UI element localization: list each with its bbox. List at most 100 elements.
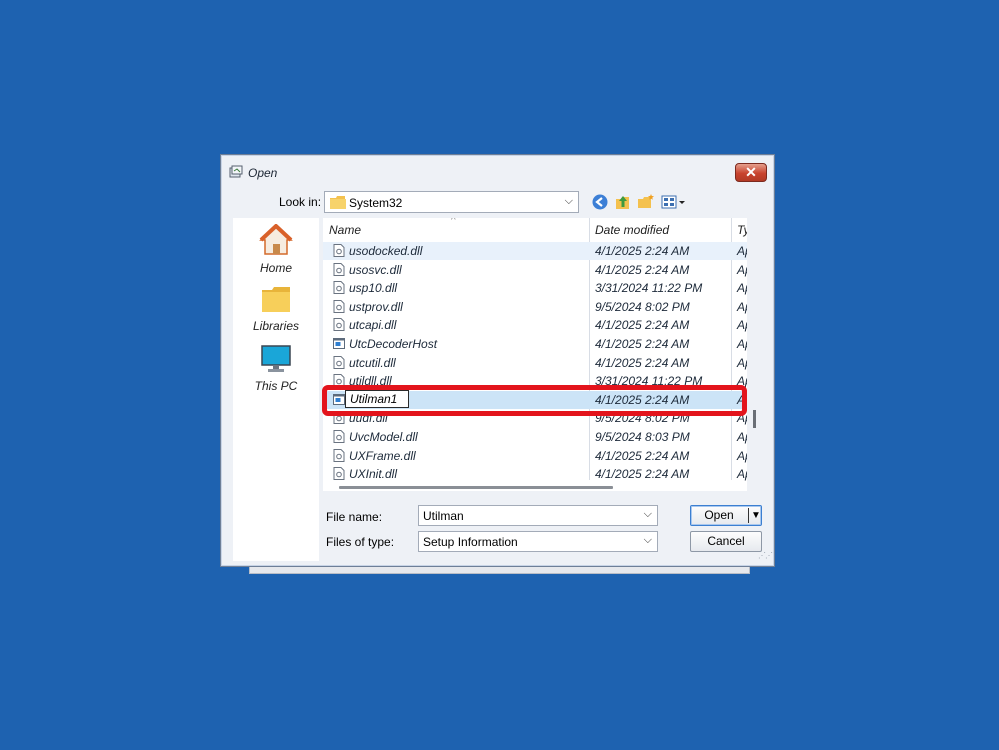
file-name: UtcDecoderHost (349, 337, 438, 351)
vertical-scroll-thumb[interactable] (753, 410, 756, 428)
file-name: UvcModel.dll (349, 430, 418, 444)
file-name: usodocked.dll (349, 244, 423, 258)
file-type: Ap (737, 281, 747, 296)
column-header-date[interactable]: Date modified (595, 218, 669, 242)
file-name-value: Utilman (423, 509, 464, 523)
window-shadow-strip (249, 566, 750, 574)
rename-input[interactable]: Utilman1 (345, 389, 409, 408)
file-type: Ap (737, 244, 747, 258)
file-row[interactable]: uudf.dll 9/5/2024 8:02 PM Ap (323, 409, 747, 427)
file-name: utcapi.dll (349, 318, 397, 333)
file-date: 9/5/2024 8:02 PM (595, 299, 690, 314)
chevron-down-icon: ⌵ (564, 195, 573, 207)
open-options-arrow-icon[interactable]: ▼ (751, 506, 761, 525)
file-name: utildll.dll (349, 374, 392, 389)
place-this-pc[interactable]: This PC (233, 344, 319, 393)
file-date: 3/31/2024 11:22 PM (595, 374, 703, 389)
file-type: Ap (737, 411, 747, 426)
up-folder-icon[interactable] (614, 193, 632, 211)
file-date: 4/1/2025 2:24 AM (595, 337, 690, 351)
file-row[interactable]: UXInit.dll 4/1/2025 2:24 AM Ap (323, 465, 747, 483)
files-of-type-dropdown[interactable]: Setup Information ⌵ (418, 531, 658, 552)
file-name: uudf.dll (349, 411, 388, 426)
chevron-down-icon[interactable]: ⌵ (644, 508, 652, 521)
dialog-title: Open (248, 166, 278, 180)
file-date: 4/1/2025 2:24 AM (595, 448, 690, 463)
file-date: 4/1/2025 2:24 AM (595, 244, 690, 258)
application-icon (333, 338, 345, 349)
open-button[interactable]: Open ▼ (690, 505, 762, 526)
file-name: usp10.dll (349, 281, 398, 296)
dll-file-icon (333, 448, 345, 462)
file-type: Ap (737, 355, 747, 370)
place-home[interactable]: Home (233, 223, 319, 275)
open-dialog: Open ✕ Look in: System32 ⌵ Home Librarie… (220, 154, 775, 567)
application-icon (333, 393, 345, 405)
files-of-type-label: Files of type: (326, 535, 395, 549)
new-folder-icon[interactable] (637, 193, 655, 211)
file-list[interactable]: ^ Name Date modified Ty usodocked.dll 4/1… (323, 218, 747, 485)
dll-file-icon (333, 299, 345, 313)
file-name: UXInit.dll (349, 467, 398, 482)
file-name: ustprov.dll (349, 299, 403, 314)
close-button[interactable]: ✕ (735, 163, 767, 182)
file-date: 4/1/2025 2:24 AM (595, 392, 690, 407)
file-date: 4/1/2025 2:24 AM (595, 355, 690, 370)
open-button-label: Open (704, 508, 734, 522)
cancel-button[interactable]: Cancel (690, 531, 762, 552)
libraries-icon (262, 287, 290, 312)
file-row[interactable]: UvcModel.dll 9/5/2024 8:03 PM Ap (323, 428, 747, 446)
dll-file-icon (333, 262, 345, 276)
file-row[interactable]: Utilman1 4/1/2025 2:24 AM Ap (323, 389, 747, 409)
horizontal-scrollbar[interactable] (323, 483, 747, 491)
view-menu-icon[interactable] (661, 193, 687, 211)
file-date: 3/31/2024 11:22 PM (595, 281, 703, 296)
file-date: 9/5/2024 8:03 PM (595, 430, 690, 444)
file-row[interactable]: utcapi.dll 4/1/2025 2:24 AM Ap (323, 316, 747, 334)
column-header-type[interactable]: Ty (737, 218, 747, 242)
column-header-name[interactable]: Name (329, 218, 361, 242)
look-in-label: Look in: (279, 195, 322, 209)
file-type: Ap (737, 467, 747, 482)
file-name-label: File name: (326, 510, 383, 524)
file-row[interactable]: usosvc.dll 4/1/2025 2:24 AM Ap (323, 261, 747, 279)
look-in-value: System32 (349, 196, 403, 210)
file-name: usosvc.dll (349, 262, 402, 277)
file-type: Ap (737, 430, 747, 444)
dll-file-icon (333, 355, 345, 369)
file-row[interactable]: UtcDecoderHost 4/1/2025 2:24 AM Ap (323, 335, 747, 353)
file-date: 9/5/2024 8:02 PM (595, 411, 690, 426)
file-row[interactable]: usodocked.dll 4/1/2025 2:24 AM Ap (323, 242, 747, 260)
file-row[interactable]: usp10.dll 3/31/2024 11:22 PM Ap (323, 279, 747, 297)
split-separator (748, 508, 749, 523)
file-type: Ap (737, 448, 747, 463)
place-libraries-label: Libraries (252, 319, 300, 333)
file-date: 4/1/2025 2:24 AM (595, 262, 690, 277)
resize-grip-icon[interactable]: ⋰⋰ (758, 551, 773, 560)
file-type: Ap (737, 337, 747, 351)
dll-file-icon (333, 318, 345, 332)
title-bar[interactable]: Open ✕ (221, 155, 774, 185)
dll-file-icon (333, 430, 345, 443)
place-home-label: Home (259, 261, 292, 275)
app-icon (229, 165, 243, 178)
dll-file-icon (333, 374, 345, 388)
sort-ascending-icon: ^ (451, 218, 456, 226)
file-type: Ap (737, 392, 747, 407)
file-type: Ap (737, 374, 747, 389)
file-row[interactable]: utildll.dll 3/31/2024 11:22 PM Ap (323, 372, 747, 390)
file-row[interactable]: UXFrame.dll 4/1/2025 2:24 AM Ap (323, 447, 747, 465)
file-row[interactable]: ustprov.dll 9/5/2024 8:02 PM Ap (323, 298, 747, 316)
place-libraries[interactable]: Libraries (233, 286, 319, 333)
horizontal-scroll-thumb[interactable] (339, 486, 613, 489)
file-name: UXFrame.dll (349, 448, 416, 463)
file-type: Ap (737, 318, 747, 333)
file-name-input[interactable]: Utilman ⌵ (418, 505, 658, 526)
file-row[interactable]: utcutil.dll 4/1/2025 2:24 AM Ap (323, 354, 747, 372)
back-icon[interactable] (591, 193, 609, 211)
dll-file-icon (333, 281, 345, 295)
chevron-down-icon: ⌵ (643, 534, 652, 546)
look-in-dropdown[interactable]: System32 ⌵ (324, 191, 579, 213)
files-of-type-value: Setup Information (423, 535, 518, 549)
file-type: Ap (737, 299, 747, 314)
